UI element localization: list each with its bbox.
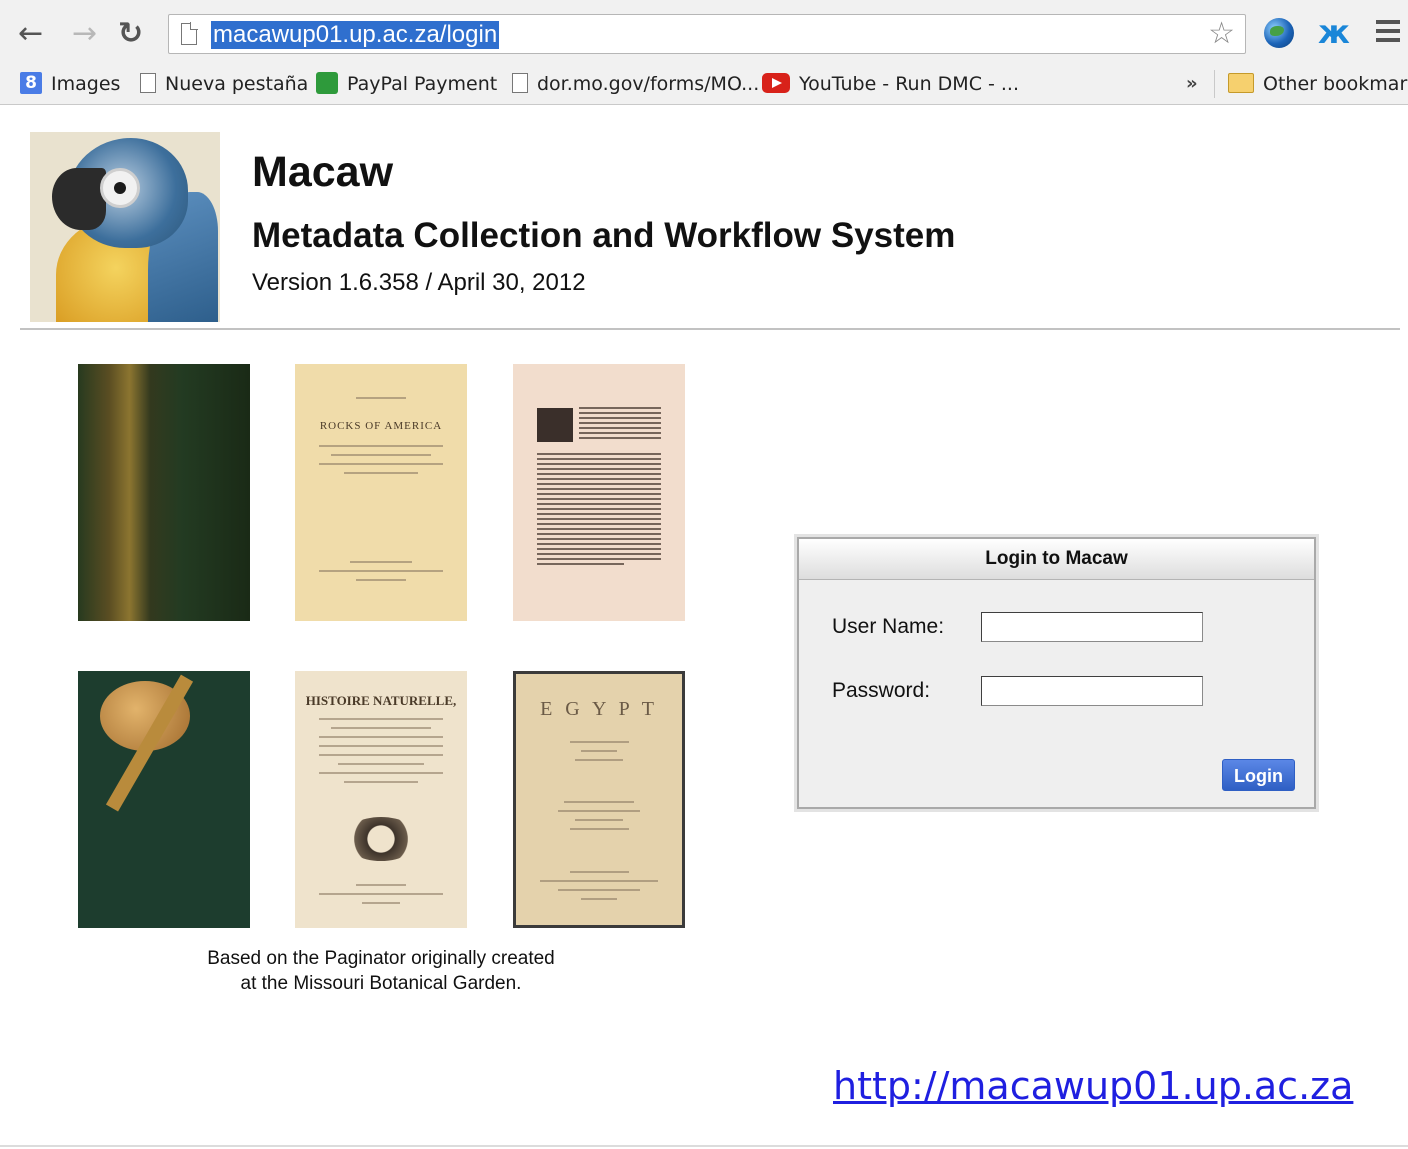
app-title: Macaw [252, 148, 394, 196]
bookmark-dor-mo[interactable]: dor.mo.gov/forms/MO... [512, 72, 759, 96]
chrome-menu-icon[interactable] [1376, 20, 1400, 46]
paginator-credit: Based on the Paginator originally create… [166, 946, 596, 996]
book-text-lines [540, 794, 658, 837]
bookmarks-overflow-button[interactable]: » [1186, 72, 1198, 96]
bookmark-other[interactable]: Other bookmarks [1228, 72, 1408, 96]
caption-line: Based on the Paginator originally create… [207, 948, 555, 969]
reload-icon[interactable]: ↻ [118, 18, 143, 50]
address-bar[interactable]: macawup01.up.ac.za/login ☆ [168, 14, 1246, 54]
bookmark-label: Nueva pestaña [165, 73, 309, 95]
bookmark-star-icon[interactable]: ☆ [1208, 18, 1235, 50]
book-image-text-page [513, 364, 685, 621]
bookmark-images[interactable]: 8 Images [20, 71, 121, 96]
username-label: User Name: [832, 615, 945, 638]
bookmark-paypal[interactable]: PayPal Payment [316, 71, 498, 96]
bookmark-label: YouTube - Run DMC - ... [799, 73, 1020, 95]
book-woodcut [537, 408, 573, 442]
login-panel-title: Login to Macaw [799, 539, 1314, 580]
book-text-lines [319, 390, 443, 406]
book-image-histoire-naturelle: HISTOIRE NATURELLE, [295, 671, 467, 928]
book-text: ROCKS OF AMERICA [319, 420, 443, 432]
logo-parrot-eye [100, 168, 140, 208]
bookmarks-divider [1214, 70, 1215, 98]
book-text-lines [579, 404, 661, 442]
bottom-divider [0, 1145, 1408, 1147]
app-subtitle: Metadata Collection and Workflow System [252, 216, 956, 255]
username-input[interactable] [981, 612, 1203, 642]
book-text-lines [319, 877, 443, 911]
book-text-lines [537, 450, 661, 568]
logo-parrot-beak [52, 168, 106, 230]
bookmark-youtube[interactable]: YouTube - Run DMC - ... [762, 72, 1019, 96]
browser-toolbar: ← → ↻ macawup01.up.ac.za/login ☆ ж [0, 0, 1408, 64]
bookmark-nueva-pestana[interactable]: Nueva pestaña [140, 72, 308, 96]
bookmark-label: dor.mo.gov/forms/MO... [537, 73, 760, 95]
book-text: E G Y P T [540, 698, 658, 720]
page-icon [181, 22, 198, 45]
macaw-logo [30, 132, 220, 322]
book-text-lines [319, 554, 443, 588]
back-arrow-icon[interactable]: ← [18, 18, 43, 50]
paypal-icon [316, 71, 338, 94]
bookmark-label: Images [51, 73, 121, 95]
bookmark-label: PayPal Payment [347, 73, 498, 95]
forward-arrow-icon[interactable]: → [72, 18, 97, 50]
butterfly-extension-icon[interactable]: ж [1318, 16, 1350, 48]
youtube-icon [762, 72, 790, 93]
book-text-lines [540, 864, 658, 907]
password-input[interactable] [981, 676, 1203, 706]
site-url-link[interactable]: http://macawup01.up.ac.za [833, 1062, 1353, 1110]
password-label: Password: [832, 679, 931, 702]
book-text-lines [319, 711, 443, 790]
book-text: HISTOIRE NATURELLE, [305, 693, 457, 708]
globe-extension-icon[interactable] [1264, 18, 1294, 48]
header-divider [20, 328, 1400, 330]
page-icon [140, 72, 156, 93]
login-panel: Login to Macaw User Name: Password: Logi… [797, 537, 1316, 809]
book-text-lines [319, 438, 443, 481]
bookmark-label: Other bookmarks [1263, 73, 1408, 95]
app-version: Version 1.6.358 / April 30, 2012 [252, 269, 586, 296]
url-text[interactable]: macawup01.up.ac.za/login [211, 21, 500, 49]
book-image-rocks-of-america: ROCKS OF AMERICA [295, 364, 467, 621]
book-image-green-cover [78, 671, 250, 928]
login-button[interactable]: Login [1222, 759, 1295, 791]
caption-line: at the Missouri Botanical Garden. [240, 973, 522, 994]
google-icon: 8 [20, 71, 42, 94]
book-text-lines [540, 734, 658, 768]
book-vignette [343, 817, 419, 861]
bookmarks-bar: 8 Images Nueva pestaña PayPal Payment dor… [0, 64, 1408, 105]
page-icon [512, 72, 528, 93]
book-image-egypt: E G Y P T [513, 671, 685, 928]
folder-icon [1228, 72, 1254, 93]
book-image-leather-volumes [78, 364, 250, 621]
